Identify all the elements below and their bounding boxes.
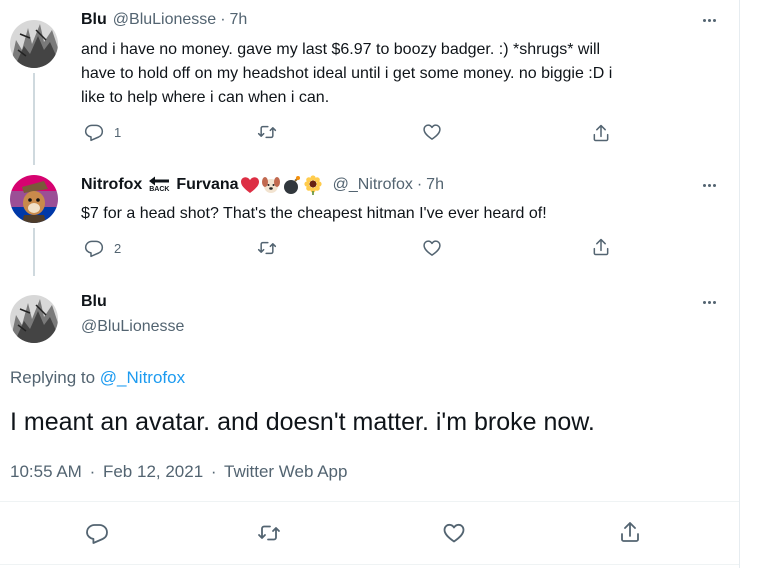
back-label: BACK bbox=[149, 186, 170, 193]
user-handle[interactable]: @_Nitrofox bbox=[333, 176, 413, 194]
share-button[interactable] bbox=[591, 122, 611, 144]
share-icon bbox=[621, 522, 639, 542]
more-icon[interactable] bbox=[697, 10, 721, 30]
bomb-icon bbox=[283, 176, 300, 194]
share-button[interactable] bbox=[591, 236, 611, 258]
separator-dot: · bbox=[220, 11, 226, 28]
column-border bbox=[739, 0, 740, 568]
retweet-button[interactable] bbox=[256, 521, 282, 545]
like-button[interactable] bbox=[421, 122, 443, 142]
user-handle[interactable]: @BluLionesse bbox=[81, 318, 184, 336]
heart-icon bbox=[423, 124, 441, 140]
main-tweet-text: I meant an avatar. and doesn't matter. i… bbox=[10, 408, 595, 436]
tweet-header: Blu @BluLionesse · 7h bbox=[81, 9, 247, 31]
back-arrow-icon: BACK bbox=[148, 176, 170, 194]
heart-icon bbox=[443, 523, 465, 543]
display-name-suffix: Furvana bbox=[176, 176, 239, 193]
replying-to-link[interactable]: @_Nitrofox bbox=[100, 368, 185, 387]
separator-dot: · bbox=[89, 462, 96, 481]
share-icon bbox=[593, 124, 609, 142]
reply-count: 2 bbox=[114, 240, 122, 256]
share-icon bbox=[593, 238, 609, 256]
more-icon[interactable] bbox=[697, 175, 721, 195]
user-handle[interactable]: @BluLionesse bbox=[113, 11, 216, 29]
tweet-time[interactable]: 7h bbox=[426, 176, 444, 194]
tweet-thread: Blu @BluLionesse · 7h and i have no mone… bbox=[0, 0, 739, 568]
red-heart-icon bbox=[240, 177, 259, 193]
display-name[interactable]: Blu bbox=[81, 293, 107, 311]
heart-icon bbox=[423, 240, 441, 256]
avatar[interactable] bbox=[10, 20, 58, 68]
retweet-button[interactable] bbox=[256, 122, 278, 142]
like-button[interactable] bbox=[441, 521, 467, 545]
tweet-time[interactable]: 7h bbox=[230, 11, 248, 29]
more-icon[interactable] bbox=[697, 292, 721, 312]
tweet-text-line: like to help where i can when i can. bbox=[81, 89, 330, 106]
tweet-timestamp[interactable]: 10:55 AM bbox=[10, 462, 82, 481]
retweet-button[interactable] bbox=[256, 238, 278, 258]
dog-face-icon bbox=[261, 177, 280, 193]
separator-dot: · bbox=[210, 462, 217, 481]
avatar[interactable] bbox=[10, 175, 58, 223]
reply-button[interactable] bbox=[85, 521, 109, 545]
tweet-date[interactable]: Feb 12, 2021 bbox=[103, 462, 203, 481]
retweet-icon bbox=[258, 525, 280, 541]
retweet-icon bbox=[257, 125, 277, 139]
tweet-metadata: 10:55 AM · Feb 12, 2021 · Twitter Web Ap… bbox=[10, 462, 347, 482]
avatar[interactable] bbox=[10, 295, 58, 343]
tweet-text-line: and i have no money. gave my last $6.97 … bbox=[81, 41, 601, 58]
display-name[interactable]: Nitrofox bbox=[81, 176, 142, 194]
reply-button[interactable]: 1 bbox=[84, 122, 121, 142]
separator-dot: · bbox=[416, 176, 423, 193]
like-button[interactable] bbox=[421, 238, 443, 258]
reply-icon bbox=[84, 240, 104, 258]
tweet-text-line: have to hold off on my headshot ideal un… bbox=[81, 65, 613, 82]
reply-count: 1 bbox=[114, 124, 122, 140]
tweet-text: and i have no money. gave my last $6.97 … bbox=[81, 38, 721, 110]
reply-icon bbox=[86, 524, 108, 544]
tweet-source: Twitter Web App bbox=[224, 462, 348, 481]
share-button[interactable] bbox=[618, 519, 642, 545]
divider bbox=[0, 501, 739, 502]
divider bbox=[0, 564, 739, 565]
replying-to: Replying to @_Nitrofox bbox=[10, 368, 185, 388]
sunflower-icon bbox=[303, 175, 322, 195]
thread-line bbox=[33, 73, 35, 165]
reply-button[interactable]: 2 bbox=[84, 238, 121, 258]
tweet-text: $7 for a head shot? That's the cheapest … bbox=[81, 205, 547, 222]
replying-prefix: Replying to bbox=[10, 368, 96, 387]
display-name[interactable]: Blu bbox=[81, 11, 107, 29]
reply-icon bbox=[84, 124, 104, 142]
thread-line bbox=[33, 228, 35, 276]
retweet-icon bbox=[257, 241, 277, 255]
tweet-header: Nitrofox BACK Furvana @_Nitrofox · 7h bbox=[81, 174, 444, 196]
